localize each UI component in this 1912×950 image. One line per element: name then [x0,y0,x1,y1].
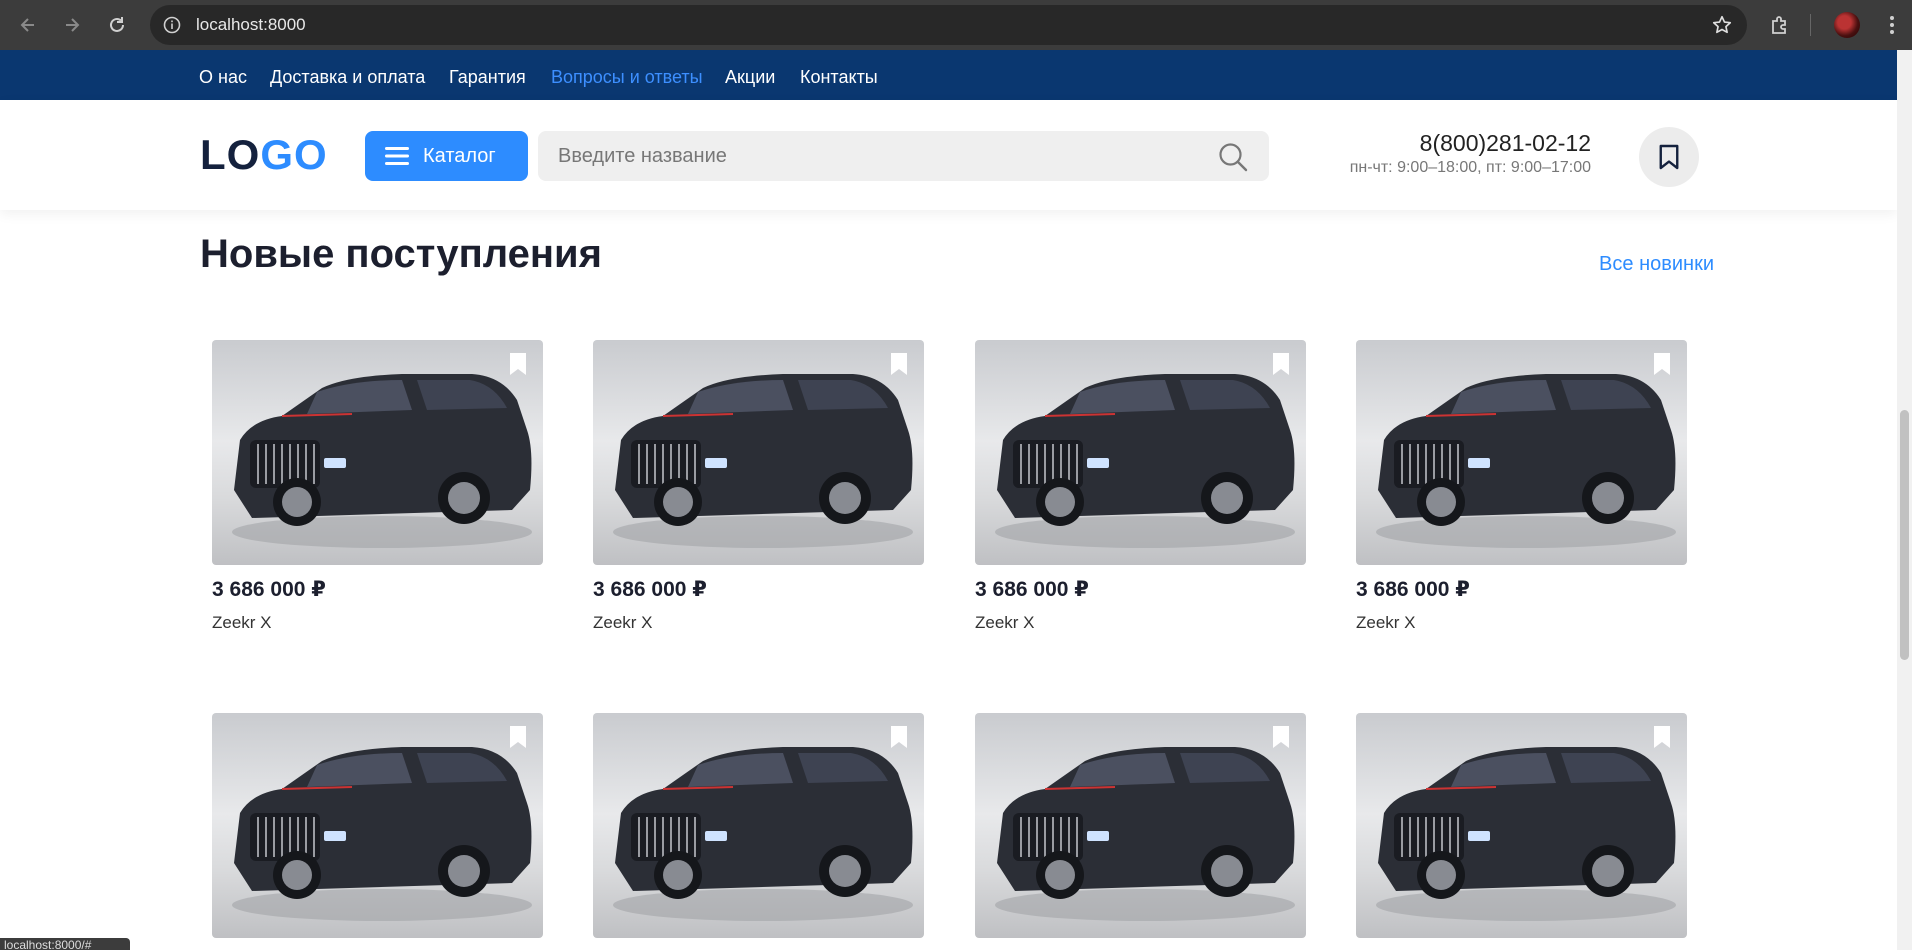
scrollbar-thumb[interactable] [1900,410,1909,660]
car-image [232,747,532,921]
search-icon[interactable] [1217,141,1249,173]
back-icon[interactable] [16,13,40,37]
car-image [613,747,913,921]
nav-link-faq[interactable]: Вопросы и ответы [551,50,703,104]
status-url-tooltip: localhost:8000/# [0,938,130,950]
product-image[interactable] [212,340,543,565]
product-name[interactable]: Zeekr X [212,613,543,633]
address-bar[interactable]: localhost:8000 [150,5,1747,45]
product-image[interactable] [593,713,924,938]
toolbar-divider [1810,14,1811,36]
profile-avatar[interactable] [1834,12,1860,38]
page-scrollbar[interactable] [1897,50,1912,950]
car-image [1376,374,1676,548]
contact-info: 8(800)281-02-12 пн-чт: 9:00–18:00, пт: 9… [1350,128,1591,178]
product-price: 3 686 000 ₽ [593,578,707,601]
product-name[interactable]: Zeekr X [975,613,1306,633]
car-image [995,747,1295,921]
catalog-button-label: Каталог [423,144,496,167]
url-text[interactable]: localhost:8000 [196,5,306,45]
bookmark-icon[interactable] [509,725,527,749]
product-price: 3 686 000 ₽ [1356,578,1470,601]
product-price: 3 686 000 ₽ [212,578,326,601]
product-image[interactable] [212,713,543,938]
product-card[interactable] [593,713,924,950]
product-card[interactable]: 3 686 000 ₽ Zeekr X [1356,340,1687,633]
product-card[interactable] [975,713,1306,950]
bookmark-icon[interactable] [1272,725,1290,749]
product-image[interactable] [1356,713,1687,938]
all-new-link[interactable]: Все новинки [1599,251,1714,277]
top-navigation: О нас Доставка и оплата Гарантия Вопросы… [0,50,1897,100]
car-image [613,374,913,548]
nav-link-promotions[interactable]: Акции [725,50,775,104]
product-image[interactable] [975,340,1306,565]
product-card[interactable] [1356,713,1687,950]
bookmark-icon [1659,144,1679,170]
car-image [995,374,1295,548]
logo[interactable]: LOGO [200,130,328,180]
search-input[interactable] [538,131,1198,181]
browser-toolbar: localhost:8000 [0,0,1912,50]
nav-link-warranty[interactable]: Гарантия [449,50,526,104]
bookmark-icon[interactable] [890,725,908,749]
car-image [1376,747,1676,921]
nav-link-delivery[interactable]: Доставка и оплата [270,50,425,104]
bookmark-icon[interactable] [1653,352,1671,376]
car-image [232,374,532,548]
bookmark-icon[interactable] [509,352,527,376]
nav-link-about[interactable]: О нас [199,50,247,104]
product-card[interactable]: 3 686 000 ₽ Zeekr X [212,340,543,633]
product-name[interactable]: Zeekr X [1356,613,1687,633]
bookmark-icon[interactable] [890,352,908,376]
product-name[interactable]: Zeekr X [593,613,924,633]
logo-part-1: LO [200,131,261,178]
product-card[interactable]: 3 686 000 ₽ Zeekr X [975,340,1306,633]
star-icon[interactable] [1711,14,1733,36]
info-icon[interactable] [162,15,182,35]
phone-number[interactable]: 8(800)281-02-12 [1350,128,1591,158]
favorites-button[interactable] [1639,127,1699,187]
catalog-button[interactable]: Каталог [365,131,528,181]
product-price: 3 686 000 ₽ [975,578,1089,601]
site-header: LOGO Каталог 8(800)281-02-12 пн-чт: 9:00… [0,100,1897,210]
reload-icon[interactable] [105,13,129,37]
product-card[interactable]: 3 686 000 ₽ Zeekr X [593,340,924,633]
section-title: Новые поступления [200,232,602,276]
bookmark-icon[interactable] [1653,725,1671,749]
burger-icon [385,147,409,165]
product-card[interactable] [212,713,543,950]
nav-link-contacts[interactable]: Контакты [800,50,878,104]
bookmark-icon[interactable] [1272,352,1290,376]
product-image[interactable] [1356,340,1687,565]
working-hours: пн-чт: 9:00–18:00, пт: 9:00–17:00 [1349,159,1591,176]
puzzle-icon[interactable] [1768,13,1792,37]
product-image[interactable] [975,713,1306,938]
logo-part-2: GO [260,131,328,178]
product-image[interactable] [593,340,924,565]
forward-icon[interactable] [60,13,84,37]
kebab-menu-icon[interactable] [1880,12,1904,38]
search-bar [538,131,1269,181]
